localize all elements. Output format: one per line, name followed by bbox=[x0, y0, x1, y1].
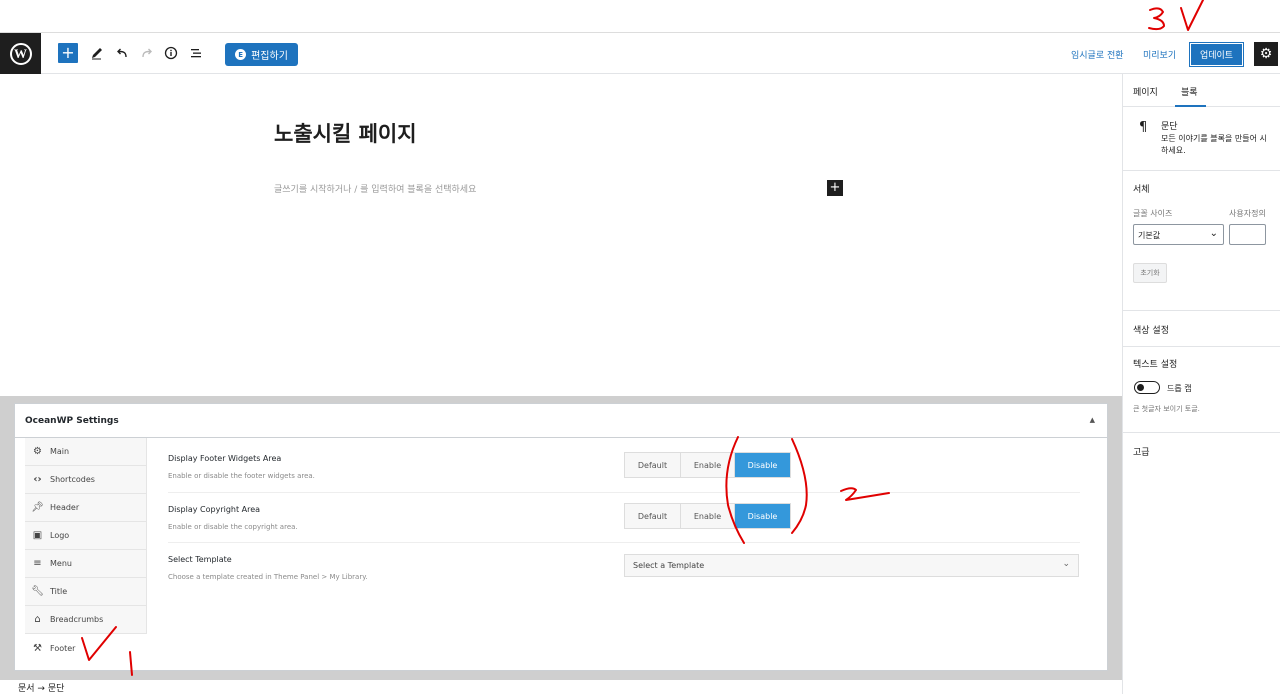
nav-item-shortcodes[interactable]: ‹› Shortcodes bbox=[25, 466, 147, 494]
nav-item-menu[interactable]: ≡ Menu bbox=[25, 550, 147, 578]
block-breadcrumb[interactable]: 문서 → 문단 bbox=[18, 681, 64, 694]
option-label-footer-widgets: Display Footer Widgets Area bbox=[168, 454, 282, 463]
option-desc-template: Choose a template created in Theme Panel… bbox=[168, 573, 368, 581]
nav-item-title[interactable]: 🔧︎ Title bbox=[25, 578, 147, 606]
chevron-down-icon: ⌄ bbox=[1209, 228, 1218, 239]
add-block-button[interactable]: + bbox=[58, 43, 78, 63]
image-icon: ▣ bbox=[32, 530, 43, 541]
footer-widgets-enable-button[interactable]: Enable bbox=[681, 453, 735, 477]
block-placeholder[interactable]: 글쓰기를 시작하거나 / 를 입력하여 블록을 선택하세요 bbox=[274, 182, 476, 195]
page-title[interactable]: 노출시킬 페이지 bbox=[274, 118, 417, 148]
color-panel: 색상 설정 bbox=[1123, 311, 1280, 347]
annotation-digit-3 bbox=[1148, 7, 1165, 31]
template-select[interactable]: Select a Template ⌄ bbox=[624, 554, 1079, 577]
menu-icon: ≡ bbox=[33, 558, 42, 569]
list-view-icon[interactable] bbox=[187, 44, 205, 62]
metabox-title: OceanWP Settings bbox=[25, 416, 119, 426]
font-size-value: 기본값 bbox=[1138, 231, 1161, 240]
option-desc-copyright: Enable or disable the copyright area. bbox=[168, 523, 298, 531]
info-icon[interactable] bbox=[162, 44, 180, 62]
font-size-select[interactable]: 기본값 ⌄ bbox=[1133, 224, 1224, 245]
drop-cap-help: 큰 첫글자 보이기 토글. bbox=[1133, 405, 1200, 413]
collapse-arrow-icon[interactable]: ▲ bbox=[1090, 416, 1095, 424]
annotation-check-top bbox=[1180, 0, 1204, 31]
nav-label: Footer bbox=[50, 643, 76, 653]
pencil-icon[interactable] bbox=[88, 44, 106, 62]
copyright-disable-button[interactable]: Disable bbox=[735, 504, 790, 528]
nav-item-header[interactable]: 📌︎ Header bbox=[25, 494, 147, 522]
block-description-cont: 하세요. bbox=[1161, 146, 1186, 155]
home-icon: ⌂ bbox=[34, 614, 41, 625]
wordpress-logo[interactable]: W bbox=[0, 33, 41, 74]
nav-label: Menu bbox=[50, 559, 72, 568]
oceanwp-nav: ⚙ Main ‹› Shortcodes 📌︎ Header ▣ Logo ≡ Menu … bbox=[25, 438, 147, 634]
editor-toolbar: W + E 편집하기 임시글로 전환 미리보기 업데이트 ⚙ bbox=[0, 32, 1280, 74]
drop-cap-label: 드롭 캡 bbox=[1167, 384, 1192, 393]
nav-label: Title bbox=[50, 587, 68, 596]
custom-size-input[interactable] bbox=[1229, 224, 1266, 245]
font-size-label: 글꼴 사이즈 bbox=[1133, 209, 1173, 218]
advanced-panel: 고급 bbox=[1123, 433, 1280, 469]
nav-item-footer[interactable]: ⚒ Footer bbox=[25, 634, 147, 662]
nav-item-breadcrumbs[interactable]: ⌂ Breadcrumbs bbox=[25, 606, 147, 634]
update-button[interactable]: 업데이트 bbox=[1189, 42, 1244, 67]
nav-item-main[interactable]: ⚙ Main bbox=[25, 438, 147, 466]
chevron-down-icon: ⌄ bbox=[1062, 559, 1070, 569]
typography-title[interactable]: 서체 bbox=[1133, 182, 1150, 195]
settings-button[interactable]: ⚙ bbox=[1254, 42, 1278, 66]
copyright-enable-button[interactable]: Enable bbox=[681, 504, 735, 528]
gear-icon: ⚙ bbox=[33, 446, 42, 457]
edit-with-elementor-button[interactable]: E 편집하기 bbox=[225, 43, 298, 66]
block-description: 모든 이야기를 블록을 만들어 시 bbox=[1161, 134, 1267, 143]
option-label-copyright: Display Copyright Area bbox=[168, 505, 261, 514]
hammer-icon: ⚒ bbox=[33, 642, 42, 654]
divider bbox=[168, 542, 1080, 543]
block-name: 문단 bbox=[1161, 122, 1178, 132]
divider bbox=[168, 492, 1080, 493]
nav-label: Breadcrumbs bbox=[50, 615, 104, 624]
elementor-button-label: 편집하기 bbox=[251, 51, 288, 62]
copyright-button-group: Default Enable Disable bbox=[624, 503, 791, 529]
elementor-icon: E bbox=[235, 49, 247, 60]
nav-item-logo[interactable]: ▣ Logo bbox=[25, 522, 147, 550]
color-settings-title[interactable]: 색상 설정 bbox=[1133, 323, 1169, 336]
option-label-template: Select Template bbox=[168, 555, 232, 564]
gear-icon: ⚙ bbox=[1259, 46, 1273, 62]
undo-icon[interactable] bbox=[113, 44, 131, 62]
advanced-title[interactable]: 고급 bbox=[1133, 445, 1150, 458]
footer-widgets-default-button[interactable]: Default bbox=[625, 453, 681, 477]
sidebar-tabs: 페이지 블록 bbox=[1123, 74, 1280, 107]
wrench-icon: 🔧︎ bbox=[31, 586, 44, 597]
reset-button[interactable]: 초기화 bbox=[1133, 263, 1167, 283]
footer-widgets-button-group: Default Enable Disable bbox=[624, 452, 791, 478]
option-desc-footer-widgets: Enable or disable the footer widgets are… bbox=[168, 472, 315, 480]
oceanwp-settings-metabox: OceanWP Settings ▲ ⚙ Main ‹› Shortcodes 📌︎… bbox=[14, 403, 1108, 671]
tab-page[interactable]: 페이지 bbox=[1133, 85, 1158, 98]
redo-icon bbox=[138, 44, 156, 62]
toggle-knob bbox=[1137, 383, 1144, 391]
template-select-value: Select a Template bbox=[633, 561, 705, 570]
metabox-header[interactable]: OceanWP Settings ▲ bbox=[15, 404, 1107, 438]
preview-link[interactable]: 미리보기 bbox=[1143, 48, 1176, 61]
inline-add-block-button[interactable]: + bbox=[827, 180, 843, 196]
custom-size-label: 사용자정의 bbox=[1229, 209, 1266, 218]
metabox-area: OceanWP Settings ▲ ⚙ Main ‹› Shortcodes 📌︎… bbox=[0, 396, 1122, 680]
tab-block[interactable]: 블록 bbox=[1175, 85, 1205, 107]
code-icon: ‹› bbox=[33, 474, 42, 485]
nav-label: Main bbox=[50, 447, 70, 456]
block-card: ¶ 문단 모든 이야기를 블록을 만들어 시 하세요. bbox=[1123, 107, 1280, 171]
nav-label: Shortcodes bbox=[50, 475, 95, 484]
wordpress-icon: W bbox=[9, 42, 32, 65]
footer-widgets-disable-button[interactable]: Disable bbox=[735, 453, 790, 477]
nav-label: Header bbox=[50, 503, 80, 512]
text-settings-title[interactable]: 텍스트 설정 bbox=[1133, 357, 1177, 370]
pin-icon: 📌︎ bbox=[31, 502, 44, 513]
copyright-default-button[interactable]: Default bbox=[625, 504, 681, 528]
drop-cap-toggle[interactable] bbox=[1134, 381, 1160, 394]
editor-window: W + E 편집하기 임시글로 전환 미리보기 업데이트 ⚙ 노출시킬 페이지 … bbox=[0, 0, 1280, 694]
save-draft-link[interactable]: 임시글로 전환 bbox=[1071, 48, 1124, 61]
paragraph-icon: ¶ bbox=[1139, 120, 1148, 135]
nav-label: Logo bbox=[50, 531, 70, 540]
settings-sidebar: 페이지 블록 ¶ 문단 모든 이야기를 블록을 만들어 시 하세요. 서체 글꼴… bbox=[1122, 74, 1280, 694]
